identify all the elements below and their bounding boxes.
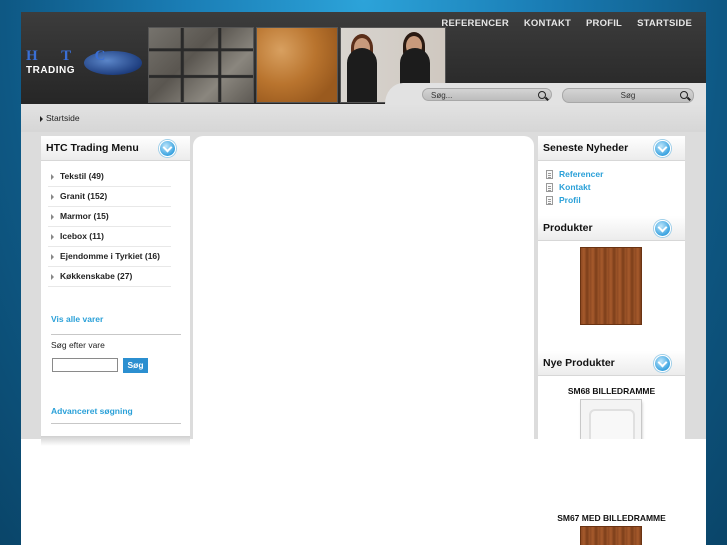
news-header: Seneste Nyheder xyxy=(538,136,685,161)
product-image-wood-door[interactable] xyxy=(581,248,641,324)
products-title: Produkter xyxy=(543,222,593,234)
new-product-name[interactable]: SM68 BILLEDRAMME xyxy=(538,386,685,396)
news-title: Seneste Nyheder xyxy=(543,142,629,154)
news-item-profil[interactable]: Profil xyxy=(546,194,603,207)
nav-kontakt[interactable]: KONTAKT xyxy=(524,18,571,29)
category-menu: Tekstil (49) Granit (152) Marmor (15) Ic… xyxy=(48,167,171,287)
logo-htc-text: H T C xyxy=(26,48,116,64)
news-item-referencer[interactable]: Referencer xyxy=(546,168,603,181)
news-item-label: Referencer xyxy=(559,169,604,179)
nav-referencer[interactable]: REFERENCER xyxy=(441,18,508,29)
main-content xyxy=(193,136,534,439)
document-icon xyxy=(546,183,553,192)
site-search-placeholder: Søg... xyxy=(431,91,453,100)
search-icon[interactable] xyxy=(680,91,688,99)
site-search-input[interactable]: Søg... xyxy=(422,88,552,101)
news-item-kontakt[interactable]: Kontakt xyxy=(546,181,603,194)
product-image-wood-door[interactable] xyxy=(581,527,641,545)
top-navigation: REFERENCER KONTAKT PROFIL STARTSIDE xyxy=(441,18,692,29)
breadcrumb-startside[interactable]: Startside xyxy=(46,113,80,123)
news-list: Referencer Kontakt Profil xyxy=(546,168,603,207)
nav-profil[interactable]: PROFIL xyxy=(586,18,622,29)
right-sidebar-continued: SM67 MED BILLEDRAMME xyxy=(538,439,685,545)
arrow-right-icon xyxy=(40,115,43,122)
product-search-input[interactable]: Søg xyxy=(562,88,694,103)
divider xyxy=(51,334,181,335)
header: H T C TRADING REFERENCER KONTAKT PROFIL … xyxy=(21,12,706,104)
search-icon[interactable] xyxy=(538,91,546,99)
search-button[interactable]: Søg xyxy=(123,358,148,373)
menu-item-kokkenskabe[interactable]: Køkkenskabe (27) xyxy=(48,267,171,287)
right-sidebar: Seneste Nyheder Referencer Kontakt Profi… xyxy=(538,136,685,495)
chevron-down-icon[interactable] xyxy=(654,140,671,157)
products-header: Produkter xyxy=(538,216,685,241)
search-strip: Søg... Søg xyxy=(21,83,706,104)
breadcrumb: Startside xyxy=(21,104,706,132)
view-all-link[interactable]: Vis alle varer xyxy=(51,314,103,324)
chevron-down-icon[interactable] xyxy=(159,140,176,157)
menu-item-tekstil[interactable]: Tekstil (49) xyxy=(48,167,171,187)
logo[interactable]: H T C TRADING xyxy=(24,48,142,82)
left-menu-title: HTC Trading Menu xyxy=(46,142,139,154)
menu-item-icebox[interactable]: Icebox (11) xyxy=(48,227,171,247)
divider xyxy=(51,423,181,424)
search-label: Søg efter vare xyxy=(51,340,105,350)
site-container: H T C TRADING REFERENCER KONTAKT PROFIL … xyxy=(21,12,706,545)
news-item-label: Kontakt xyxy=(559,182,591,192)
new-product-name[interactable]: SM67 MED BILLEDRAMME xyxy=(538,513,685,523)
new-products-header: Nye Produkter xyxy=(538,351,685,376)
new-products-title: Nye Produkter xyxy=(543,357,615,369)
logo-trading-text: TRADING xyxy=(26,65,76,76)
left-menu-header: HTC Trading Menu xyxy=(41,136,190,161)
product-search-label: Søg xyxy=(620,91,636,100)
product-search-field[interactable] xyxy=(52,358,118,372)
news-item-label: Profil xyxy=(559,195,581,205)
left-menu-panel: HTC Trading Menu Tekstil (49) Granit (15… xyxy=(41,136,190,436)
document-icon xyxy=(546,170,553,179)
chevron-down-icon[interactable] xyxy=(654,355,671,372)
menu-item-granit[interactable]: Granit (152) xyxy=(48,187,171,207)
menu-item-ejendomme[interactable]: Ejendomme i Tyrkiet (16) xyxy=(48,247,171,267)
advanced-search-link[interactable]: Advanceret søgning xyxy=(51,406,133,416)
left-panel-shadow xyxy=(41,436,190,446)
chevron-down-icon[interactable] xyxy=(654,220,671,237)
nav-startside[interactable]: STARTSIDE xyxy=(637,18,692,29)
menu-item-marmor[interactable]: Marmor (15) xyxy=(48,207,171,227)
document-icon xyxy=(546,196,553,205)
